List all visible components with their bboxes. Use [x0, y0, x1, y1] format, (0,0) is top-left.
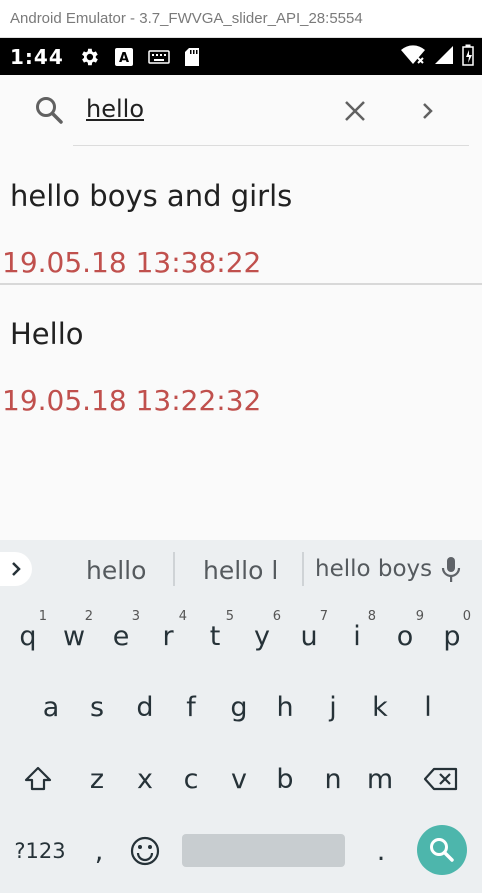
status-time: 1:44: [10, 44, 64, 69]
key-w[interactable]: w2: [51, 609, 97, 661]
suggestion-separator: [302, 552, 304, 586]
soft-keyboard: hello hello l hello boys q1 w2 e3 r4 t5 …: [0, 540, 482, 893]
keyboard-icon: [148, 49, 170, 65]
search-underline: [73, 145, 469, 146]
status-bar: 1:44 A: [0, 38, 482, 75]
key-x[interactable]: x: [122, 754, 168, 804]
search-input[interactable]: hello: [86, 95, 144, 123]
key-g[interactable]: g: [216, 682, 262, 732]
key-hint: 5: [225, 609, 234, 624]
key-n[interactable]: n: [310, 754, 356, 804]
key-label: o: [396, 620, 414, 652]
chevron-right-icon[interactable]: [420, 99, 436, 127]
result-date: 19.05.18 13:22:32: [2, 384, 262, 417]
key-d[interactable]: d: [122, 682, 168, 732]
symbols-key[interactable]: ?123: [10, 826, 70, 876]
key-a[interactable]: a: [28, 682, 74, 732]
key-o[interactable]: o9: [382, 609, 428, 661]
list-item[interactable]: hello boys and girls 19.05.18 13:38:22: [0, 147, 482, 284]
backspace-icon[interactable]: [418, 754, 464, 804]
key-h[interactable]: h: [262, 682, 308, 732]
battery-icon: [462, 44, 474, 70]
key-j[interactable]: j: [310, 682, 356, 732]
sd-card-icon: [184, 47, 200, 67]
keyboard-a-icon: A: [114, 47, 134, 67]
key-r[interactable]: r4: [145, 609, 191, 661]
emoji-icon[interactable]: [122, 826, 168, 876]
key-hint: 1: [38, 609, 47, 624]
key-y[interactable]: y6: [239, 609, 285, 661]
suggestion-1[interactable]: hello: [86, 556, 146, 585]
result-title: Hello: [10, 317, 84, 351]
key-period[interactable]: .: [358, 826, 404, 876]
key-hint: 3: [131, 609, 140, 624]
search-icon: [34, 95, 66, 131]
key-l[interactable]: l: [405, 682, 451, 732]
shift-icon[interactable]: [15, 754, 61, 804]
expand-suggestions-button[interactable]: [0, 552, 32, 586]
space-bar[interactable]: [182, 834, 345, 867]
suggestion-bar: hello hello l hello boys: [0, 540, 482, 600]
signal-icon: [434, 45, 454, 69]
suggestion-separator: [173, 552, 175, 586]
key-hint: 2: [84, 609, 93, 624]
key-m[interactable]: m: [357, 754, 403, 804]
key-f[interactable]: f: [168, 682, 214, 732]
key-hint: 8: [367, 609, 376, 624]
key-c[interactable]: c: [168, 754, 214, 804]
key-label: t: [209, 620, 221, 652]
key-label: i: [353, 620, 361, 652]
key-label: y: [254, 620, 270, 652]
key-hint: 0: [462, 609, 471, 624]
keyboard-search-button[interactable]: [417, 825, 467, 875]
svg-text:A: A: [119, 51, 129, 66]
key-p[interactable]: p0: [429, 609, 475, 661]
key-label: u: [300, 620, 318, 652]
result-title: hello boys and girls: [10, 179, 293, 213]
key-hint: 9: [415, 609, 424, 624]
key-i[interactable]: i8: [334, 609, 380, 661]
settings-icon: [78, 46, 100, 68]
key-v[interactable]: v: [216, 754, 262, 804]
app-content: hello hello boys and girls 19.05.18 13:3…: [0, 75, 482, 540]
key-hint: 7: [319, 609, 328, 624]
list-item[interactable]: Hello 19.05.18 13:22:32: [0, 285, 482, 422]
close-icon[interactable]: [343, 99, 367, 127]
key-label: q: [19, 620, 37, 652]
key-t[interactable]: t5: [192, 609, 238, 661]
window-title: Android Emulator - 3.7_FWVGA_slider_API_…: [0, 0, 482, 38]
key-e[interactable]: e3: [98, 609, 144, 661]
key-label: p: [443, 620, 461, 652]
search-bar: hello: [0, 75, 482, 147]
key-k[interactable]: k: [357, 682, 403, 732]
key-q[interactable]: q1: [5, 609, 51, 661]
key-u[interactable]: u7: [286, 609, 332, 661]
wifi-icon: [400, 44, 426, 70]
key-hint: 4: [178, 609, 187, 624]
key-s[interactable]: s: [74, 682, 120, 732]
key-label: r: [162, 620, 174, 652]
key-label: e: [112, 620, 130, 652]
suggestion-2[interactable]: hello l: [203, 556, 278, 585]
suggestion-3[interactable]: hello boys: [315, 556, 432, 582]
key-label: w: [62, 620, 86, 652]
key-b[interactable]: b: [262, 754, 308, 804]
key-hint: 6: [272, 609, 281, 624]
key-z[interactable]: z: [74, 754, 120, 804]
result-date: 19.05.18 13:38:22: [2, 246, 262, 279]
key-comma[interactable]: ,: [76, 826, 122, 876]
mic-icon[interactable]: [440, 556, 462, 588]
